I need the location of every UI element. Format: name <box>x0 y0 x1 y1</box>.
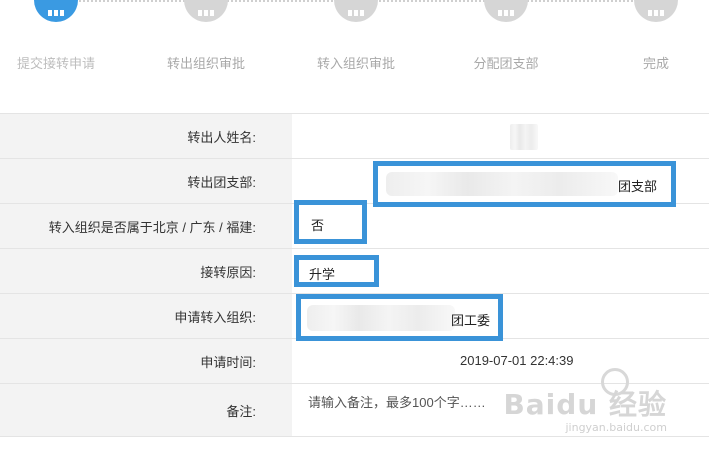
step-4-label: 分配团支部 <box>473 56 539 71</box>
step-3-label: 转入组织审批 <box>316 56 395 71</box>
transfer-reason-value: 升学 <box>292 249 709 293</box>
step-1-indicator <box>34 0 78 22</box>
remarks-label: 备注: <box>0 384 292 436</box>
target-org-label: 申请转入组织: <box>0 294 292 338</box>
target-org-highlight: 团工委 <box>296 294 503 341</box>
step-2-indicator <box>184 0 228 22</box>
source-branch-suffix: 团支部 <box>618 179 658 194</box>
form-row-source-branch: 转出团支部: 团支部 <box>0 158 709 207</box>
apply-time-text: 2019-07-01 22:4:39 <box>460 353 574 368</box>
applicant-name-label: 转出人姓名: <box>0 114 292 158</box>
region-check-highlight: 否 <box>294 200 367 244</box>
step-5-icon <box>648 10 664 16</box>
transfer-reason-highlight: 升学 <box>294 255 379 287</box>
source-branch-label: 转出团支部: <box>0 159 292 203</box>
baidu-jingyan-watermark: Baidu 经验 jingyan.baidu.com <box>503 383 667 434</box>
transfer-reason-text: 升学 <box>309 267 336 282</box>
progress-stepper: 提交接转申请 转出组织审批 转入组织审批 分配团支部 完成 <box>0 0 709 110</box>
step-2-icon <box>198 10 214 16</box>
step-3-icon <box>348 10 364 16</box>
form-row-region-check: 转入组织是否属于北京 / 广东 / 福建: 否 <box>0 200 709 248</box>
applicant-name-value <box>292 114 709 158</box>
region-check-value: 否 <box>292 200 709 248</box>
apply-time-value: 2019-07-01 22:4:39 <box>292 339 709 383</box>
apply-time-label: 申请时间: <box>0 339 292 383</box>
form-row-applicant-name: 转出人姓名: <box>0 113 709 158</box>
step-5-indicator <box>634 0 678 22</box>
watermark-main-text: Baidu 经验 <box>503 388 667 421</box>
step-2-label: 转出组织审批 <box>166 56 245 71</box>
transfer-reason-label: 接转原因: <box>0 249 292 293</box>
step-1-icon <box>48 10 64 16</box>
target-org-value: 团工委 <box>292 294 709 341</box>
form-row-target-org: 申请转入组织: 团工委 <box>0 293 709 341</box>
target-org-suffix: 团工委 <box>451 313 491 328</box>
region-check-answer: 否 <box>311 218 325 233</box>
redacted-org-name <box>307 305 455 331</box>
source-branch-value: 团支部 <box>292 159 709 207</box>
form-row-transfer-reason: 接转原因: 升学 <box>0 248 709 293</box>
step-1-label: 提交接转申请 <box>16 56 95 71</box>
remarks-input[interactable]: 请输入备注，最多100个字…… <box>308 392 486 411</box>
step-4-icon <box>498 10 514 16</box>
step-5-label: 完成 <box>642 56 669 71</box>
redacted-name <box>510 124 538 150</box>
step-3-indicator <box>334 0 378 22</box>
redacted-branch-name <box>386 172 618 196</box>
source-branch-highlight: 团支部 <box>373 161 676 207</box>
region-check-label: 转入组织是否属于北京 / 广东 / 福建: <box>0 204 292 248</box>
step-4-indicator <box>484 0 528 22</box>
